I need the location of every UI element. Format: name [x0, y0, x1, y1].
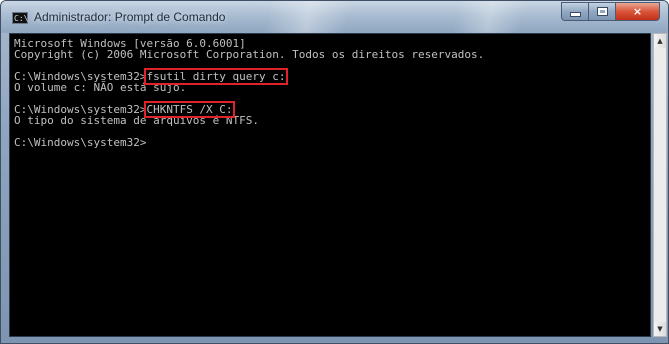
scrollbar-track[interactable] [654, 48, 666, 322]
console-output-line: C:\Windows\system32> [14, 136, 147, 149]
close-button[interactable]: × [615, 2, 660, 21]
maximize-icon [597, 8, 607, 15]
console-output[interactable]: Microsoft Windows [versão 6.0.6001] Copyr… [9, 33, 651, 337]
console-app-icon: C:\ [12, 12, 29, 24]
scroll-down-arrow-icon[interactable]: ▼ [654, 322, 666, 336]
scroll-up-arrow-icon[interactable]: ▲ [654, 34, 666, 48]
window-controls: × [561, 2, 660, 21]
minimize-icon [569, 12, 581, 17]
minimize-button[interactable] [561, 2, 588, 21]
maximize-button[interactable] [588, 2, 615, 21]
console-output-line: Copyright (c) 2006 Microsoft Corporation… [14, 48, 485, 61]
window-title: Administrador: Prompt de Comando [34, 10, 226, 24]
vertical-scrollbar[interactable]: ▲ ▼ [653, 33, 667, 337]
console-output-line: O tipo do sistema de arquivos é NTFS. [14, 114, 260, 127]
console-output-line: O volume c: NÃO está sujo. [14, 81, 187, 94]
close-icon: × [632, 5, 643, 18]
command-prompt-window: C:\ Administrador: Prompt de Comando × M… [0, 0, 669, 344]
title-bar[interactable]: C:\ Administrador: Prompt de Comando × [1, 1, 668, 33]
